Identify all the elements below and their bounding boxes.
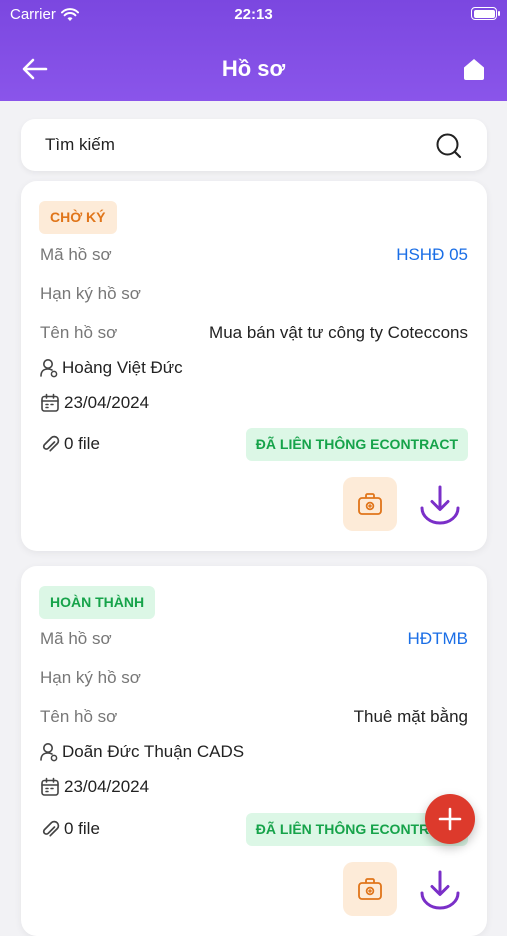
search-input[interactable] [45,119,425,171]
record-name-row: Tên hồ sơ Thuê mặt bằng [40,705,468,729]
user-icon [40,743,58,762]
record-code-row: Mã hồ sơ HSHĐ 05 [40,243,468,267]
record-owner-name: Doãn Đức Thuận CADS [62,742,245,761]
record-files[interactable]: 0 file [40,817,100,841]
plus-icon [438,807,462,831]
paperclip-icon [42,435,60,452]
record-deadline-row: Hạn ký hồ sơ [40,282,468,306]
record-owner: Doãn Đức Thuận CADS [40,740,244,764]
download-icon [420,485,460,525]
home-button[interactable] [461,56,487,82]
record-owner: Hoàng Việt Đức [40,356,183,380]
download-button[interactable] [416,480,464,528]
record-card[interactable]: CHỜ KÝ Mã hồ sơ HSHĐ 05 Hạn ký hồ sơ Tên… [21,181,487,551]
download-button[interactable] [416,865,464,913]
record-name-label: Tên hồ sơ [40,707,118,726]
record-name-value: Mua bán vật tư công ty Coteccons [209,323,468,342]
record-deadline-label: Hạn ký hồ sơ [40,284,141,303]
record-code-label: Mã hồ sơ [40,245,112,264]
app-header: Carrier 22:13 Hồ sơ [0,0,507,101]
home-icon [464,59,484,80]
case-button[interactable] [343,477,397,531]
briefcase-icon [358,878,382,900]
record-files-count: 0 file [64,434,100,453]
record-card[interactable]: HOÀN THÀNH Mã hồ sơ HĐTMB Hạn ký hồ sơ T… [21,566,487,936]
record-files[interactable]: 0 file [40,432,100,456]
add-record-button[interactable] [425,794,475,844]
status-badge: CHỜ KÝ [39,201,117,234]
record-date-value: 23/04/2024 [64,777,150,796]
record-name-value: Thuê mặt bằng [353,707,468,726]
record-deadline-label: Hạn ký hồ sơ [40,668,141,687]
calendar-icon [41,777,59,796]
record-date: 23/04/2024 [40,775,149,799]
search-bar [21,119,487,171]
record-date: 23/04/2024 [40,391,149,415]
user-icon [40,359,58,378]
record-code-value[interactable]: HSHĐ 05 [396,243,468,267]
search-icon[interactable] [435,132,463,160]
record-code-row: Mã hồ sơ HĐTMB [40,627,468,651]
status-bar: Carrier 22:13 [0,0,507,28]
record-date-value: 23/04/2024 [64,393,150,412]
download-icon [420,870,460,910]
record-code-value[interactable]: HĐTMB [408,627,468,651]
battery-icon [471,7,500,20]
calendar-icon [41,393,59,412]
econtract-sync-badge: ĐÃ LIÊN THÔNG ECONTRACT [245,428,468,461]
record-files-count: 0 file [64,819,100,838]
briefcase-icon [358,493,382,515]
record-name-label: Tên hồ sơ [40,323,118,342]
paperclip-icon [42,820,60,837]
page-title: Hồ sơ [221,56,286,81]
status-badge: HOÀN THÀNH [39,586,156,619]
case-button[interactable] [343,862,397,916]
record-owner-name: Hoàng Việt Đức [62,358,183,377]
status-time: 22:13 [234,6,273,23]
record-deadline-row: Hạn ký hồ sơ [40,666,468,690]
record-code-label: Mã hồ sơ [40,629,112,648]
record-name-row: Tên hồ sơ Mua bán vật tư công ty Cotecco… [40,321,468,345]
